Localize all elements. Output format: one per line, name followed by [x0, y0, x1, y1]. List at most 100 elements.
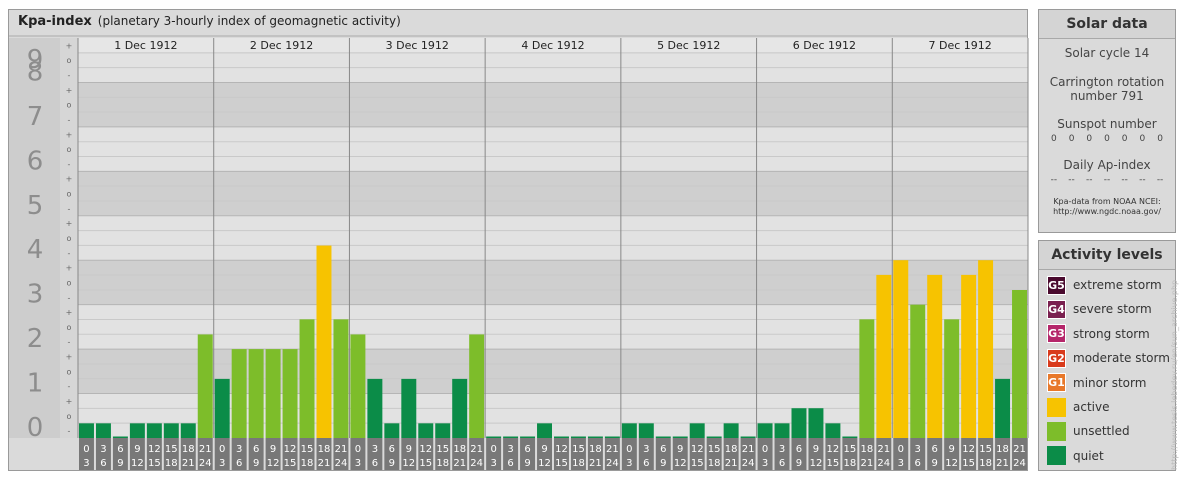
credit-link[interactable]: http://www.ngdc.noaa.gov/ — [1039, 207, 1175, 217]
sunspot-value: 0 — [1104, 134, 1110, 144]
legend-swatch — [1047, 446, 1066, 466]
time-end-label: 15 — [148, 458, 161, 469]
time-start-label: 12 — [419, 444, 432, 455]
kp-bar — [333, 319, 349, 438]
legend-label: extreme storm — [1073, 278, 1162, 292]
time-start-label: 9 — [406, 444, 412, 455]
time-end-label: 24 — [877, 458, 890, 469]
kp-bar — [197, 334, 213, 438]
time-start-label: 0 — [355, 444, 361, 455]
kp-bar — [316, 245, 332, 438]
kp-band — [78, 82, 1028, 127]
day-label: 3 Dec 1912 — [386, 39, 449, 52]
time-start-label: 3 — [372, 444, 378, 455]
time-end-label: 12 — [402, 458, 415, 469]
time-start-label: 18 — [725, 444, 738, 455]
legend-row: active — [1047, 397, 1109, 417]
sub-tick-label: + — [66, 175, 73, 184]
time-end-label: 24 — [199, 458, 212, 469]
sub-tick-label: + — [66, 41, 73, 50]
time-end-label: 24 — [1013, 458, 1026, 469]
time-start-label: 18 — [182, 444, 195, 455]
legend-label: severe storm — [1073, 302, 1152, 317]
kp-bar — [587, 436, 603, 438]
sub-tick-label: - — [68, 204, 71, 213]
time-end-label: 9 — [524, 458, 530, 469]
kp-bar — [452, 378, 468, 438]
kp-bar — [740, 436, 756, 438]
sunspot-value: 0 — [1139, 134, 1146, 144]
time-start-label: 9 — [270, 444, 276, 455]
kp-bar — [554, 436, 569, 438]
time-end-label: 18 — [979, 458, 992, 469]
time-start-label: 3 — [915, 444, 921, 455]
time-start-label: 0 — [898, 444, 904, 455]
time-end-label: 12 — [131, 458, 144, 469]
time-start-label: 9 — [677, 444, 683, 455]
time-start-label: 15 — [708, 444, 721, 455]
chart-title-main: Kpa-index — [18, 14, 92, 29]
credit-line-1: Kpa-data from NOAA NCEI: — [1053, 197, 1161, 206]
time-end-label: 3 — [219, 458, 225, 469]
sub-tick-label: - — [68, 249, 71, 258]
sub-tick-label: + — [66, 308, 73, 317]
kp-bar — [129, 423, 145, 438]
time-end-label: 6 — [236, 458, 242, 469]
time-start-label: 18 — [318, 444, 331, 455]
y-tick-label: 5 — [27, 191, 44, 221]
kp-bar — [1012, 290, 1027, 438]
time-end-label: 21 — [996, 458, 1009, 469]
time-end-label: 12 — [810, 458, 823, 469]
data-credit: Kpa-data from NOAA NCEI: http://www.ngdc… — [1039, 197, 1175, 217]
time-start-label: 18 — [453, 444, 466, 455]
time-start-label: 21 — [199, 444, 212, 455]
legend-swatch: G2 — [1047, 348, 1066, 368]
solar-cycle: Solar cycle 14 — [1064, 46, 1150, 60]
kp-band — [78, 171, 1028, 216]
legend-swatch: G5 — [1047, 275, 1066, 295]
y-tick-label: 6 — [27, 146, 44, 176]
time-start-label: 9 — [813, 444, 819, 455]
sub-tick-label: o — [67, 278, 72, 287]
time-start-label: 21 — [1013, 444, 1026, 455]
kp-bar — [214, 378, 230, 438]
sub-tick-label: o — [67, 56, 72, 65]
kp-bar — [672, 436, 688, 438]
time-end-label: 3 — [626, 458, 632, 469]
sub-tick-label: + — [66, 86, 73, 95]
time-start-label: 6 — [660, 444, 666, 455]
day-label: 4 Dec 1912 — [521, 39, 584, 52]
sunspot-value: 0 — [1157, 134, 1163, 144]
sub-tick-label: - — [68, 382, 71, 391]
kp-bar — [503, 436, 519, 438]
legend-label: active — [1073, 400, 1110, 414]
kp-bar — [146, 423, 162, 438]
time-end-label: 18 — [844, 458, 857, 469]
time-start-label: 18 — [589, 444, 602, 455]
kp-bar — [876, 274, 892, 438]
kp-bar — [757, 423, 773, 438]
solar-data-title: Solar data — [1039, 10, 1175, 39]
kp-bar — [910, 304, 926, 438]
time-start-label: 3 — [779, 444, 785, 455]
time-start-label: 15 — [572, 444, 585, 455]
time-end-label: 3 — [898, 458, 904, 469]
time-end-label: 21 — [318, 458, 331, 469]
kp-bar — [469, 334, 485, 438]
day-label: 5 Dec 1912 — [657, 39, 720, 52]
kp-band — [78, 215, 1028, 261]
time-end-label: 18 — [572, 458, 585, 469]
kp-bar — [231, 349, 247, 438]
sub-tick-label: - — [68, 293, 71, 302]
sub-tick-label: - — [68, 71, 71, 80]
time-start-label: 0 — [762, 444, 768, 455]
y-tick-label: 4 — [27, 235, 44, 265]
kp-bar — [95, 423, 111, 438]
legend-label: minor storm — [1073, 375, 1147, 390]
sub-tick-label: - — [68, 115, 71, 124]
time-end-label: 24 — [742, 458, 755, 469]
kp-bar — [384, 423, 400, 438]
day-label: 1 Dec 1912 — [114, 39, 177, 52]
time-end-label: 9 — [117, 458, 123, 469]
time-start-label: 0 — [490, 444, 496, 455]
